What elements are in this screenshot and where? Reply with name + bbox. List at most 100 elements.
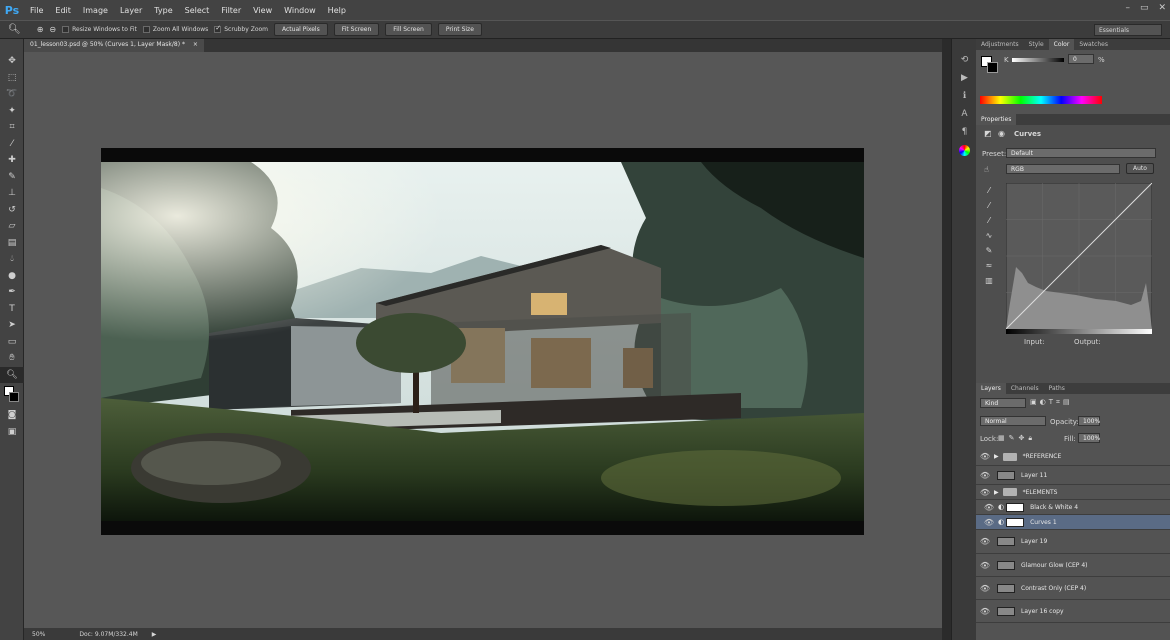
menu-window[interactable]: Window [278,6,322,15]
resize-windows-checkbox[interactable]: Resize Windows to Fit [62,26,137,33]
type-tool-icon[interactable]: T [0,301,24,318]
path-select-icon[interactable]: ➤ [0,317,24,334]
zoom-all-checkbox[interactable]: Zoom All Windows [142,26,208,33]
lock-icons[interactable]: ▦✎✥🔒︎ [998,434,1036,443]
zoom-tool-icon[interactable]: 🔍︎ [8,24,21,35]
visibility-eye-icon[interactable]: 👁︎ [976,452,994,461]
zoom-tool-icon[interactable]: 🔍︎ [0,366,24,383]
menu-edit[interactable]: Edit [49,6,77,15]
layer-row[interactable]: 👁︎ Layer 19 [976,530,1170,554]
quick-mask-icon[interactable]: ◙ [0,407,24,424]
shape-tool-icon[interactable]: ▭ [0,334,24,351]
layer-mask-thumbnail[interactable] [1006,517,1025,527]
quick-select-icon[interactable]: ✦ [0,103,24,120]
target-adjust-icon[interactable]: ☝ [984,165,989,174]
menu-type[interactable]: Type [148,6,178,15]
actions-icon[interactable]: ▶ [952,69,977,87]
brush-tool-icon[interactable]: ✎ [0,169,24,186]
menu-select[interactable]: Select [179,6,216,15]
scrubby-zoom-checkbox[interactable]: Scrubby Zoom [214,26,268,33]
tab-paths[interactable]: Paths [1044,383,1070,394]
pencil-icon[interactable]: ✎ [980,243,998,258]
layer-thumbnail[interactable] [997,583,1015,593]
marquee-tool-icon[interactable]: ⬚ [0,70,24,87]
healing-brush-icon[interactable]: ✚ [0,152,24,169]
layer-thumbnail[interactable] [997,470,1015,480]
dodge-tool-icon[interactable]: ● [0,268,24,285]
hand-tool-icon[interactable]: ✋︎ [0,350,24,367]
blur-tool-icon[interactable]: 💧︎ [0,251,24,268]
layer-thumbnail[interactable] [997,560,1015,570]
white-point-icon[interactable]: ⁄ [980,213,998,228]
doc-info[interactable]: Doc: 9.07M/332.4M [79,631,137,638]
character-icon[interactable]: A [952,105,977,123]
auto-button[interactable]: Auto [1126,163,1154,174]
menu-view[interactable]: View [247,6,278,15]
layer-row[interactable]: 👁︎ ◐ Black & White 4 [976,500,1170,515]
layer-row[interactable]: 👁︎ Contrast Only (CEP 4) [976,577,1170,600]
visibility-eye-icon[interactable]: 👁︎ [980,518,998,527]
lasso-tool-icon[interactable]: ➰ [0,86,24,103]
gradient-tool-icon[interactable]: ▤ [0,235,24,252]
gray-point-icon[interactable]: ⁄ [980,198,998,213]
document-image[interactable] [101,148,864,535]
zoom-in-icon[interactable]: ⊕ [37,25,44,34]
k-value-input[interactable]: 0 [1068,54,1094,64]
paragraph-icon[interactable]: ¶ [952,123,977,141]
pen-tool-icon[interactable]: ✒ [0,284,24,301]
eyedropper-icon[interactable]: ⁄ [0,136,24,153]
black-point-icon[interactable]: ⁄ [980,183,998,198]
fill-input[interactable]: 100% [1078,433,1100,443]
layer-row[interactable]: 👁︎ Layer 11 [976,466,1170,485]
fill-screen-button[interactable]: Fill Screen [385,23,432,36]
visibility-eye-icon[interactable]: 👁︎ [980,503,998,512]
k-slider[interactable] [1012,58,1064,62]
curve-point-icon[interactable]: ∿ [980,228,998,243]
print-size-button[interactable]: Print Size [437,23,482,36]
color-spectrum[interactable] [980,96,1102,104]
layer-row[interactable]: 👁︎ ▶ *REFERENCE [976,448,1170,466]
document-tab[interactable]: 01_lesson03.psd @ 50% (Curves 1, Layer M… [24,39,204,52]
preset-select[interactable]: Default [1006,148,1156,158]
minimize-button[interactable]: – [1125,3,1130,13]
info-icon[interactable]: ℹ [952,87,977,105]
crop-tool-icon[interactable]: ⌗ [0,119,24,136]
close-tab-icon[interactable]: × [193,41,198,48]
zoom-level[interactable]: 50% [32,631,45,638]
layer-mask-thumbnail[interactable] [1006,502,1025,512]
eraser-tool-icon[interactable]: ▱ [0,218,24,235]
tab-channels[interactable]: Channels [1006,383,1044,394]
expand-arrow-icon[interactable]: ▶ [994,453,999,460]
color-swatches[interactable] [0,383,24,407]
clipping-icon[interactable]: ▥ [980,273,998,288]
smooth-icon[interactable]: ≈ [980,258,998,273]
kind-filter[interactable]: Kind [980,398,1026,408]
expand-arrow-icon[interactable]: ▶ [994,489,999,496]
layer-row[interactable]: 👁︎ ▶ *ELEMENTS [976,485,1170,500]
move-tool-icon[interactable]: ✥ [0,53,24,70]
blend-mode-select[interactable]: Normal [980,416,1046,426]
tab-layers[interactable]: Layers [976,383,1006,394]
menu-filter[interactable]: Filter [215,6,247,15]
curves-graph[interactable] [1006,183,1152,329]
tab-swatches[interactable]: Swatches [1074,39,1113,50]
menu-help[interactable]: Help [322,6,352,15]
visibility-eye-icon[interactable]: 👁︎ [976,537,994,546]
history-icon[interactable]: ⟲ [952,51,977,69]
workspace-select[interactable]: Essentials [1094,24,1162,36]
menu-image[interactable]: Image [77,6,114,15]
opacity-input[interactable]: 100% [1078,416,1100,426]
layer-row[interactable]: 👁︎ Glamour Glow (CEP 4) [976,554,1170,577]
layer-thumbnail[interactable] [997,537,1015,546]
stamp-tool-icon[interactable]: ⊥ [0,185,24,202]
color-wheel-icon[interactable] [952,141,977,159]
actual-pixels-button[interactable]: Actual Pixels [274,23,328,36]
tab-style[interactable]: Style [1024,39,1049,50]
visibility-eye-icon[interactable]: 👁︎ [976,471,994,480]
visibility-eye-icon[interactable]: 👁︎ [976,607,994,616]
filter-icons[interactable]: ▣◐T⌗▤ [1030,398,1073,407]
fit-screen-button[interactable]: Fit Screen [333,23,380,36]
visibility-eye-icon[interactable]: 👁︎ [976,584,994,593]
visibility-eye-icon[interactable]: 👁︎ [976,561,994,570]
menu-layer[interactable]: Layer [114,6,148,15]
